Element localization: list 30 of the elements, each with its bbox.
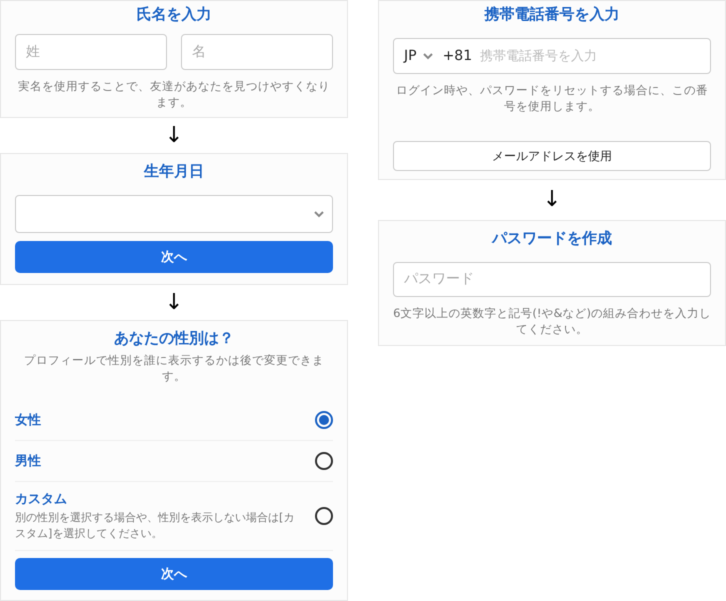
gender-option-label[interactable]: 男性 [15, 452, 41, 470]
card-title: 携帯電話番号を入力 [483, 5, 620, 24]
chevron-down-icon [422, 52, 433, 60]
option-description: 別の性別を選択する場合や、性別を表示しない場合は[カスタム]を選択してください。 [15, 510, 296, 542]
hint-text: ログイン時や、パスワードをリセットする場合に、この番号を使用します。 [395, 82, 709, 114]
use-email-button[interactable]: メールアドレスを使用 [393, 141, 711, 171]
chevron-down-icon [314, 210, 324, 218]
name-field[interactable]: 名 [181, 34, 333, 70]
country-code[interactable]: JP [404, 48, 417, 64]
radio-button[interactable] [315, 452, 333, 470]
gender-option-label[interactable]: カスタム [15, 490, 301, 508]
down-arrow: ↓ [164, 289, 184, 317]
dial-code: +81 [442, 48, 472, 64]
down-arrow: ↓ [542, 186, 562, 214]
next-button[interactable]: 次へ [15, 241, 333, 273]
gender-option-label[interactable]: 女性 [15, 411, 41, 430]
card-title: 生年月日 [142, 162, 205, 181]
radio-button[interactable] [315, 507, 333, 526]
card-title: パスワードを作成 [490, 229, 613, 248]
card-title: 氏名を入力 [136, 5, 212, 24]
radio-button[interactable] [315, 411, 333, 430]
card-title: あなたの性別は？ [113, 329, 235, 348]
phone-field[interactable]: JP +81 携帯電話番号を入力 [393, 38, 711, 74]
down-arrow: ↓ [164, 122, 184, 150]
hint-text: プロフィールで性別を誰に表示するかは後で変更できます。 [23, 352, 325, 384]
hint-text: 実名を使用することで、友達があなたを見つけやすくなります。 [17, 78, 331, 110]
next-button[interactable]: 次へ [15, 558, 333, 590]
hint-text: 6文字以上の英数字と記号(!や&など)の組み合わせを入力してください。 [393, 304, 711, 337]
name-field[interactable]: 姓 [15, 34, 167, 70]
password-field[interactable]: パスワード [393, 262, 711, 297]
